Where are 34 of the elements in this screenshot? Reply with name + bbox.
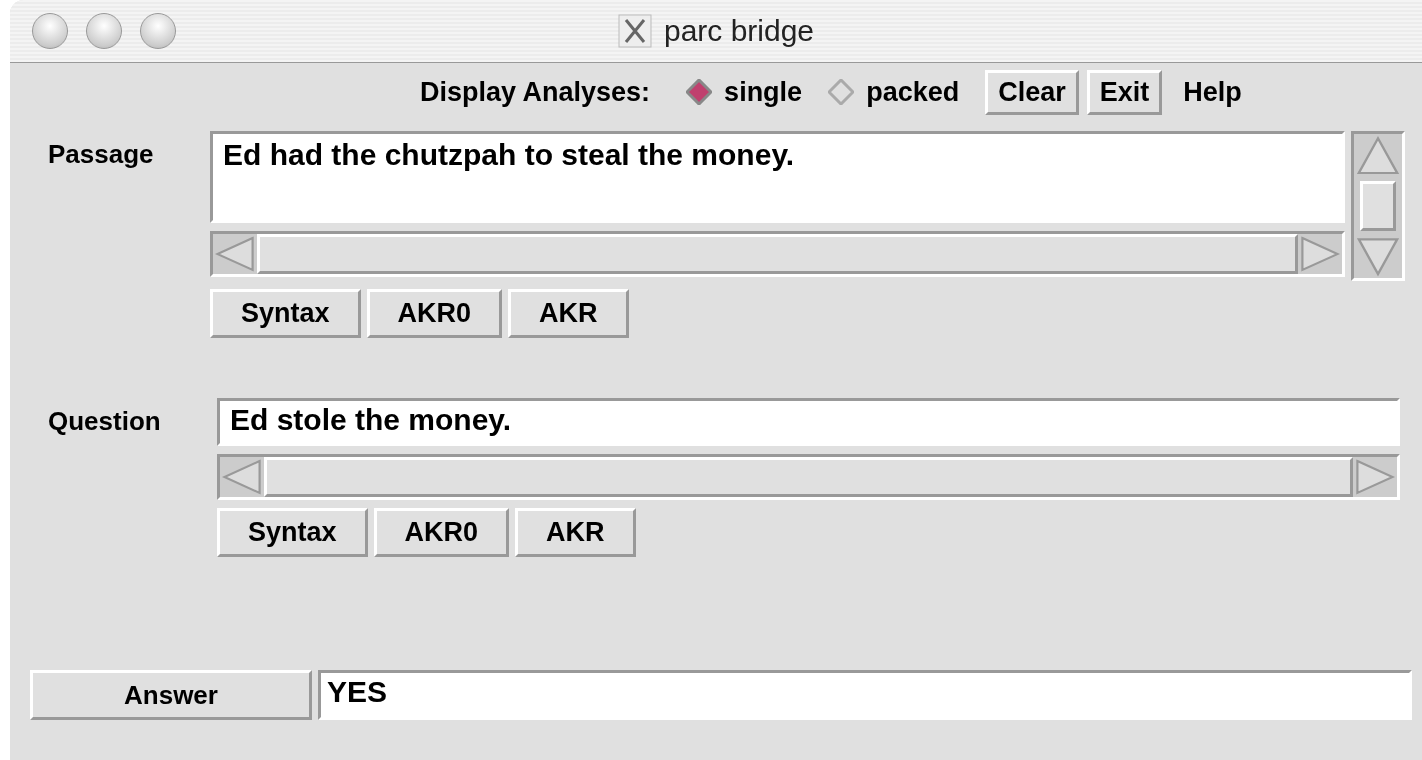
window-control-button[interactable] bbox=[86, 13, 122, 49]
answer-button[interactable]: Answer bbox=[30, 670, 312, 720]
toolbar-button[interactable]: Exit bbox=[1086, 69, 1163, 115]
analysis-button[interactable]: AKR0 bbox=[373, 508, 510, 557]
analysis-button[interactable]: Syntax bbox=[217, 508, 368, 557]
scroll-arrow-icon[interactable] bbox=[220, 457, 264, 497]
section-label: Passage bbox=[47, 138, 155, 171]
toolbar-button[interactable]: Clear bbox=[985, 69, 1079, 115]
analysis-button[interactable]: AKR bbox=[508, 289, 629, 338]
x-window-icon bbox=[617, 14, 652, 48]
analysis-button[interactable]: AKR0 bbox=[366, 289, 503, 338]
window-control-button[interactable] bbox=[32, 13, 68, 49]
scroll-thumb[interactable] bbox=[264, 457, 1353, 497]
radio-option[interactable]: single bbox=[686, 76, 803, 108]
scroll-thumb[interactable] bbox=[1360, 181, 1396, 231]
analysis-button[interactable]: Syntax bbox=[210, 289, 361, 338]
scroll-arrow-icon[interactable] bbox=[1353, 457, 1397, 497]
scroll-thumb[interactable] bbox=[257, 234, 1298, 274]
input-field[interactable]: Ed stole the money. bbox=[217, 398, 1400, 446]
text-area[interactable]: Ed had the chutzpah to steal the money. bbox=[210, 131, 1345, 223]
horizontal-scrollbar[interactable] bbox=[210, 231, 1345, 277]
vertical-scrollbar[interactable] bbox=[1351, 131, 1405, 281]
radio-diamond-icon bbox=[686, 79, 713, 105]
radio-diamond-icon bbox=[828, 79, 855, 105]
radio-option[interactable]: packed bbox=[828, 76, 960, 108]
window-control-button[interactable] bbox=[140, 13, 176, 49]
horizontal-scrollbar[interactable] bbox=[217, 454, 1400, 500]
display-analyses-label: Display Analyses: bbox=[420, 76, 651, 108]
answer-field[interactable]: YES bbox=[318, 670, 1412, 720]
section-label: Question bbox=[47, 405, 162, 438]
window-title: parc bridge bbox=[663, 14, 815, 48]
analysis-button[interactable]: AKR bbox=[515, 508, 636, 557]
scroll-arrow-icon[interactable] bbox=[213, 234, 257, 274]
scroll-arrow-icon[interactable] bbox=[1298, 234, 1342, 274]
